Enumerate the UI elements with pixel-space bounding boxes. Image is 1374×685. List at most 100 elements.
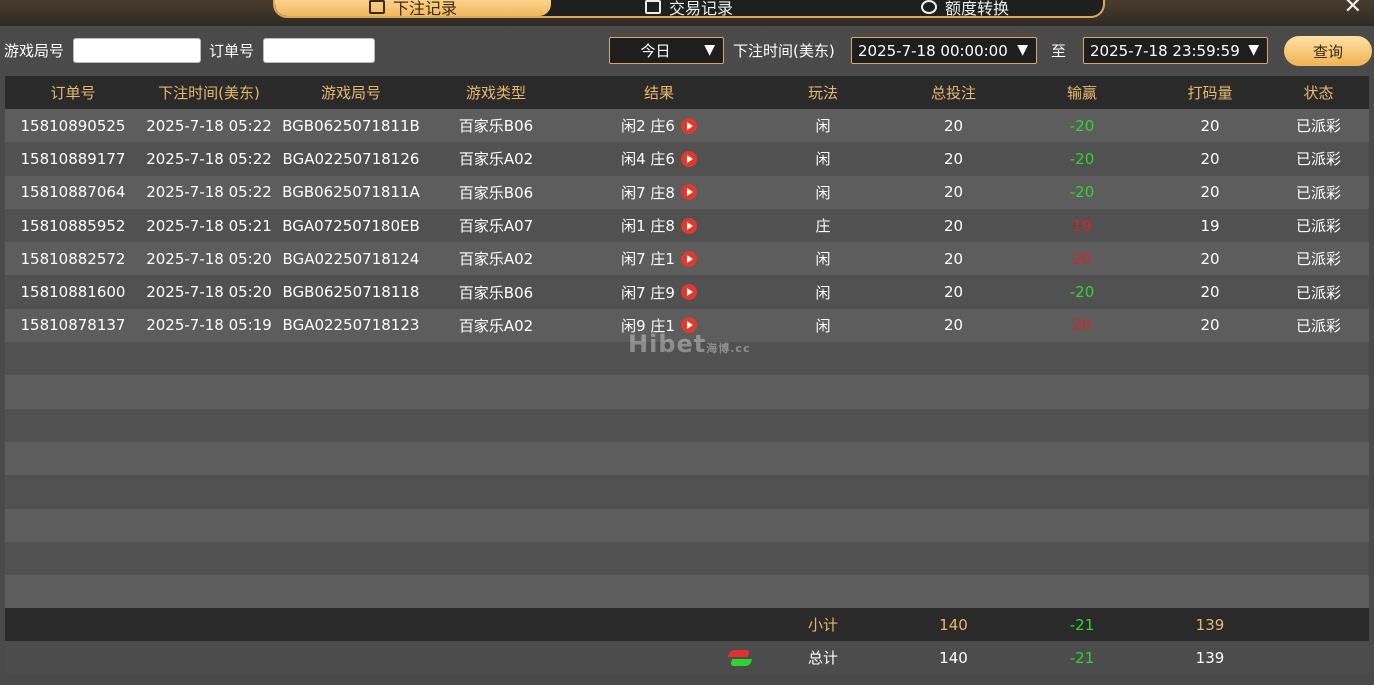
- play-replay-icon[interactable]: [680, 117, 697, 134]
- play-replay-icon[interactable]: [680, 250, 697, 267]
- table-row: 15810882572 2025-7-18 05:20 BGA02250718124…: [5, 242, 1369, 276]
- subtotal-valid: 139: [1195, 615, 1225, 634]
- order-number-input[interactable]: [263, 38, 375, 63]
- cell-bet: 20: [895, 176, 1012, 209]
- table-row: [5, 408, 1369, 442]
- cell-round: BGA02250718123: [277, 309, 425, 342]
- table-row: [5, 475, 1369, 509]
- cell-order: 15810881600: [5, 275, 141, 308]
- cell-order: 15810890525: [5, 109, 141, 142]
- cell-round: BGB06250718118: [277, 275, 425, 308]
- play-replay-icon[interactable]: [680, 184, 697, 201]
- cell-order-text: 15810882572: [20, 249, 126, 268]
- table-row: 15810887064 2025-7-18 05:22 BGB0625071811A…: [5, 175, 1369, 209]
- cell-valid: 20: [1152, 309, 1268, 342]
- cell-time-text: 2025-7-18 05:20: [146, 249, 272, 268]
- cell-valid: 20: [1152, 275, 1268, 308]
- cell-status: 已派彩: [1268, 109, 1369, 142]
- cell-win: -20: [1012, 176, 1152, 209]
- cell-type-text: 百家乐A02: [458, 316, 534, 335]
- cell-time: 2025-7-18 05:22: [141, 109, 277, 142]
- cell-valid-text: 20: [1200, 283, 1220, 302]
- cell-bet-text: 20: [943, 149, 964, 168]
- period-select-value: 今日: [640, 42, 671, 60]
- cell-status-text: 已派彩: [1295, 150, 1341, 169]
- refresh-icon[interactable]: [729, 648, 751, 668]
- game-round-input[interactable]: [73, 38, 201, 63]
- table-header: 订单号 下注时间(美东) 游戏局号 游戏类型 结果 玩法 总投注 输赢 打码量 …: [5, 76, 1369, 109]
- close-icon[interactable]: ✕: [1344, 0, 1362, 19]
- top-bar: 下注记录 交易记录 额度转换 ✕: [0, 0, 1374, 26]
- cell-status: 已派彩: [1268, 209, 1369, 242]
- end-time-select[interactable]: 2025-7-18 23:59:59 ▼: [1083, 37, 1268, 64]
- watermark-cn: 海博: [706, 342, 731, 355]
- cell-status: 已派彩: [1268, 176, 1369, 209]
- play-replay-icon[interactable]: [680, 150, 697, 167]
- cell-time: 2025-7-18 05:22: [141, 142, 277, 175]
- tab-bet-records[interactable]: 下注记录: [275, 0, 551, 16]
- cell-win-text: -20: [1069, 183, 1095, 202]
- total-win: -21: [1069, 648, 1095, 667]
- to-label: 至: [1051, 42, 1067, 60]
- play-replay-icon[interactable]: [680, 217, 697, 234]
- header-result: 结果: [643, 84, 674, 102]
- cell-type: 百家乐A02: [425, 309, 567, 342]
- cell-type: 百家乐B06: [425, 176, 567, 209]
- start-time-select[interactable]: 2025-7-18 00:00:00 ▼: [851, 37, 1037, 64]
- cell-play-text: 闲: [815, 117, 831, 136]
- cell-status: 已派彩: [1268, 242, 1369, 275]
- cell-type-text: 百家乐A07: [458, 217, 534, 236]
- cell-valid-text: 20: [1200, 249, 1220, 268]
- cell-win-text: -20: [1069, 283, 1095, 302]
- cell-status: 已派彩: [1268, 142, 1369, 175]
- cell-win-text: 20: [1072, 249, 1092, 268]
- tab-transaction-records[interactable]: 交易记录: [551, 0, 827, 16]
- header-round: 游戏局号: [320, 84, 381, 102]
- cell-result: 闲1 庄8: [567, 209, 751, 242]
- table-row: [5, 541, 1369, 576]
- table-row: 15810889177 2025-7-18 05:22 BGA02250718126…: [5, 142, 1369, 176]
- cell-order-text: 15810887064: [20, 183, 126, 202]
- cell-win-text: 19: [1072, 216, 1092, 235]
- play-replay-icon[interactable]: [680, 284, 697, 301]
- cell-play: 闲: [751, 109, 895, 142]
- tab-bet-records-label: 下注记录: [392, 0, 457, 18]
- cell-time: 2025-7-18 05:20: [141, 242, 277, 275]
- table-row: 15810885952 2025-7-18 05:21 BGA072507180EB…: [5, 208, 1369, 243]
- query-button[interactable]: 查询: [1284, 36, 1372, 66]
- cell-order: 15810889177: [5, 142, 141, 175]
- cell-round-text: BGA02250718126: [282, 149, 420, 168]
- cell-valid: 20: [1152, 176, 1268, 209]
- cell-round-text: BGA02250718123: [282, 316, 420, 335]
- table-row: [5, 575, 1369, 609]
- cell-result: 闲7 庄1: [567, 242, 751, 275]
- cell-result-text: 闲4 庄6: [621, 150, 675, 169]
- cell-time-text: 2025-7-18 05:21: [146, 216, 272, 235]
- cell-time: 2025-7-18 05:22: [141, 176, 277, 209]
- cell-round: BGA02250718126: [277, 142, 425, 175]
- header-order: 订单号: [50, 84, 96, 102]
- cell-type: 百家乐A02: [425, 142, 567, 175]
- cell-round-text: BGB0625071811A: [282, 183, 420, 202]
- cell-round-text: BGA072507180EB: [282, 216, 420, 235]
- header-bet: 总投注: [930, 84, 976, 102]
- cell-status: 已派彩: [1268, 275, 1369, 308]
- cell-win-text: -20: [1069, 149, 1095, 168]
- cell-order-text: 15810878137: [20, 316, 126, 335]
- chevron-down-icon: ▼: [704, 42, 715, 58]
- cell-win: -20: [1012, 275, 1152, 308]
- header-status: 状态: [1303, 84, 1334, 102]
- subtotal-win: -21: [1069, 615, 1095, 634]
- cell-round: BGA02250718124: [277, 242, 425, 275]
- cell-status: 已派彩: [1268, 309, 1369, 342]
- period-select[interactable]: 今日 ▼: [609, 37, 724, 64]
- document-icon: [644, 0, 661, 14]
- cell-time: 2025-7-18 05:20: [141, 275, 277, 308]
- header-time: 下注时间(美东): [158, 84, 260, 102]
- tab-credit-transfer[interactable]: 额度转换: [827, 0, 1103, 16]
- cell-bet-text: 20: [943, 249, 964, 268]
- subtotal-bet: 140: [939, 615, 968, 634]
- cell-play-text: 庄: [815, 217, 831, 236]
- table-row: [5, 375, 1369, 409]
- cell-time-text: 2025-7-18 05:22: [146, 149, 272, 168]
